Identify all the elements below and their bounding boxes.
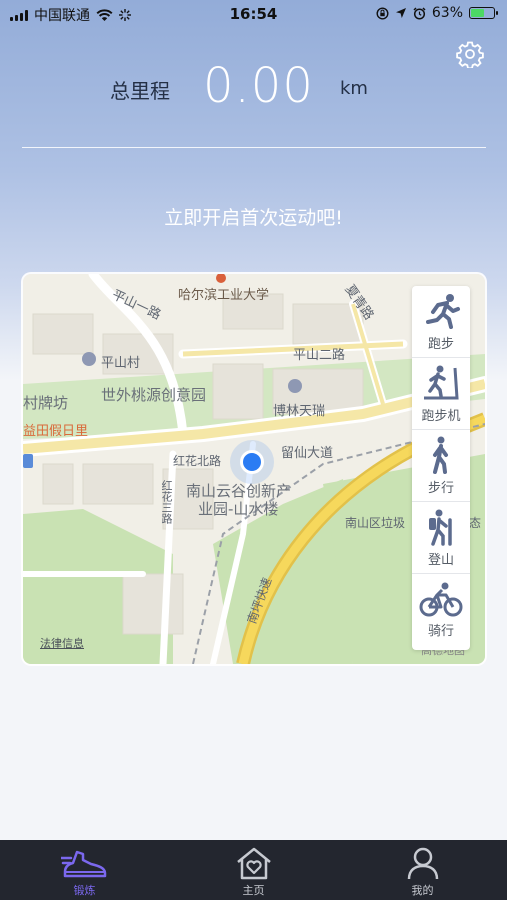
map-label-gutan: 态: [469, 516, 482, 530]
current-location-marker: [240, 450, 264, 474]
map-view[interactable]: 哈尔滨工业大学 平山一路 夏青路 平山村 平山二路 世外桃源创意园 博林天瑞 村…: [23, 274, 485, 664]
tab-home[interactable]: 主页: [169, 840, 338, 900]
tab-workout[interactable]: 锻炼: [0, 840, 169, 900]
map-label-nanshan-2: 业园-山水楼: [198, 500, 279, 518]
walking-icon: [433, 436, 448, 474]
tab-label: 我的: [411, 884, 434, 897]
legal-info-link[interactable]: 法律信息: [40, 635, 84, 651]
map-label-honghua-north: 红花北路: [173, 454, 222, 468]
map-label-garbage: 南山区垃圾: [345, 516, 406, 530]
map-label-univ: 哈尔滨工业大学: [178, 288, 270, 303]
tab-label: 主页: [242, 884, 265, 897]
sport-mode-label: 跑步机: [421, 408, 461, 424]
map-label-shiwai: 世外桃源创意园: [101, 386, 207, 404]
map-label-pingshan-road2: 平山二路: [293, 348, 346, 363]
sport-mode-hiking[interactable]: 登山: [412, 502, 470, 574]
header-divider: [22, 147, 486, 148]
map-label-pingshan-village: 平山村: [101, 356, 141, 371]
treadmill-icon: [424, 365, 459, 399]
map-label-bolin: 博林天瑞: [273, 404, 326, 419]
tab-label: 锻炼: [73, 884, 96, 897]
total-distance-unit: km: [340, 78, 368, 99]
map-label-honghua3: 红花三路: [160, 480, 173, 524]
start-prompt: 立即开启首次运动吧!: [164, 207, 343, 229]
orientation-lock-icon: [376, 6, 389, 20]
tab-profile[interactable]: 我的: [338, 840, 507, 900]
sport-mode-panel: 跑步 跑步机 步行 登山 骑行: [412, 286, 470, 650]
location-arrow-icon: [395, 8, 406, 18]
bottom-tab-bar: 锻炼 主页 我的: [0, 840, 507, 900]
alarm-icon: [413, 6, 426, 20]
sport-mode-label: 步行: [427, 480, 454, 496]
home-heart-icon: [236, 847, 271, 880]
gear-icon[interactable]: [456, 40, 484, 68]
shoe-icon: [60, 850, 106, 878]
sport-mode-label: 登山: [427, 552, 454, 568]
person-icon: [407, 847, 438, 880]
battery-icon: [469, 7, 498, 19]
cycling-icon: [419, 582, 463, 617]
battery-percent: 63%: [431, 5, 463, 21]
total-distance-value: 0.00: [203, 58, 314, 114]
sport-mode-cycling[interactable]: 骑行: [412, 574, 470, 646]
sport-mode-label: 骑行: [427, 624, 454, 639]
sport-mode-treadmill[interactable]: 跑步机: [412, 358, 470, 430]
map-label-liuxian: 留仙大道: [281, 446, 334, 461]
sport-mode-walking[interactable]: 步行: [412, 430, 470, 502]
map-label-paifang: 村牌坊: [23, 394, 69, 412]
map-label-yitian: 益田假日里: [23, 424, 89, 439]
sport-mode-running[interactable]: 跑步: [412, 286, 470, 358]
total-distance-label: 总里程: [110, 79, 170, 103]
running-icon: [426, 293, 460, 329]
sport-mode-label: 跑步: [427, 336, 454, 352]
status-bar: 中国联通 16:54 63%: [0, 0, 507, 28]
hiking-icon: [429, 509, 452, 546]
